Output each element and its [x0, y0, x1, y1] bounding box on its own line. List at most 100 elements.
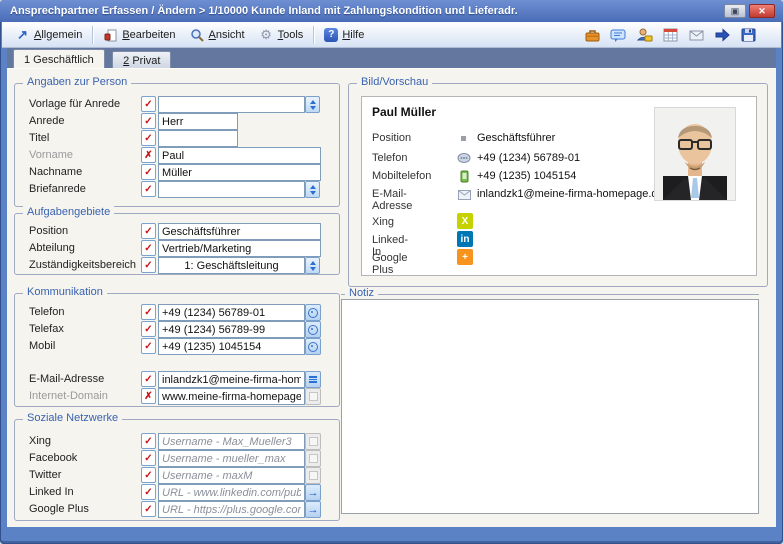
check-button[interactable]	[141, 257, 156, 273]
main-frame: 1 Geschäftlich 2 Privat Angaben zur Pers…	[7, 48, 776, 527]
open-link-button[interactable]	[305, 501, 321, 518]
group-title: Soziale Netzwerke	[23, 412, 122, 424]
user-card-icon[interactable]	[635, 26, 653, 44]
facebook-input[interactable]	[158, 450, 305, 467]
abteilung-input[interactable]	[158, 240, 321, 257]
check-button[interactable]	[141, 96, 156, 112]
email-input[interactable]	[158, 371, 305, 388]
dropdown-spinner[interactable]	[305, 181, 320, 198]
restore-button[interactable]	[724, 4, 746, 18]
window-title: Ansprechpartner Erfassen / Ändern > 1/10…	[0, 5, 518, 17]
field-label: Nachname	[29, 166, 82, 178]
telefax-input[interactable]	[158, 321, 305, 338]
blank-icon	[309, 437, 318, 446]
mobile-phone-icon	[457, 170, 471, 183]
dial-button[interactable]	[305, 321, 321, 338]
xing-input[interactable]	[158, 433, 305, 450]
check-button[interactable]	[141, 433, 156, 449]
check-icon	[144, 453, 152, 464]
menu-item-hilfe[interactable]: Hilfe	[317, 26, 371, 44]
menu-item-ansicht[interactable]: Ansicht	[183, 25, 252, 44]
check-icon	[144, 504, 152, 515]
contact-photo	[654, 107, 736, 201]
check-button[interactable]	[141, 484, 156, 500]
x-button[interactable]	[141, 147, 156, 163]
magnifier-icon	[190, 27, 205, 42]
menu-bar: ↗ Allgemein Bearbeiten Ansicht ⚙ Tools H…	[2, 22, 781, 48]
zustaendigkeitsbereich-input[interactable]	[158, 257, 305, 274]
check-button[interactable]	[141, 304, 156, 320]
check-button[interactable]	[141, 467, 156, 483]
check-button[interactable]	[141, 181, 156, 197]
check-button[interactable]	[141, 240, 156, 256]
tab-privat[interactable]: 2 Privat	[112, 51, 171, 69]
check-button[interactable]	[141, 130, 156, 146]
dial-button[interactable]	[305, 338, 321, 355]
check-button[interactable]	[141, 113, 156, 129]
close-button[interactable]	[749, 4, 775, 18]
dropdown-spinner[interactable]	[305, 257, 320, 274]
googleplus-icon[interactable]: +	[457, 249, 473, 265]
check-button[interactable]	[141, 450, 156, 466]
mail-icon[interactable]	[687, 26, 705, 44]
telefon-input[interactable]	[158, 304, 305, 321]
nachname-input[interactable]	[158, 164, 321, 181]
dial-button[interactable]	[305, 304, 321, 321]
googleplus-input[interactable]	[158, 501, 305, 518]
x-icon	[144, 150, 152, 161]
field-label: Xing	[29, 435, 51, 447]
note-textarea[interactable]	[341, 299, 759, 514]
table-icon[interactable]	[661, 26, 679, 44]
arrow-up-right-icon: ↗	[15, 27, 30, 42]
preview-label: E-Mail-Adresse	[372, 188, 412, 212]
check-icon	[144, 470, 152, 481]
twitter-input[interactable]	[158, 467, 305, 484]
email-menu-button[interactable]	[305, 371, 321, 388]
check-icon	[144, 167, 152, 178]
check-icon	[144, 436, 152, 447]
xing-icon[interactable]: X	[457, 213, 473, 229]
forward-arrow-icon[interactable]	[713, 26, 731, 44]
check-button[interactable]	[141, 164, 156, 180]
up-arrow-icon	[310, 261, 316, 265]
anrede-input[interactable]	[158, 113, 238, 130]
menu-item-tools[interactable]: ⚙ Tools	[252, 25, 311, 44]
save-icon[interactable]	[739, 26, 757, 44]
field-label: Briefanrede	[29, 183, 86, 195]
position-input[interactable]	[158, 223, 321, 240]
group-title: Kommunikation	[23, 286, 107, 298]
menu-item-bearbeiten[interactable]: Bearbeiten	[96, 25, 182, 44]
preview-label: Xing	[372, 216, 394, 228]
check-icon	[144, 116, 152, 127]
dropdown-spinner[interactable]	[305, 96, 320, 113]
up-arrow-icon	[310, 185, 316, 189]
mobil-input[interactable]	[158, 338, 305, 355]
title-bar: Ansprechpartner Erfassen / Ändern > 1/10…	[0, 0, 783, 22]
check-button[interactable]	[141, 338, 156, 354]
linkedin-icon[interactable]: in	[457, 231, 473, 247]
x-button[interactable]	[141, 388, 156, 404]
check-button[interactable]	[141, 501, 156, 517]
vorname-input[interactable]	[158, 147, 321, 164]
group-title: Notiz	[345, 287, 378, 299]
chat-card-icon[interactable]	[609, 26, 627, 44]
menu-item-allgemein[interactable]: ↗ Allgemein	[8, 25, 89, 44]
disabled-button	[305, 433, 321, 450]
vorlage-anrede-input[interactable]	[158, 96, 305, 113]
app-window: Ansprechpartner Erfassen / Ändern > 1/10…	[0, 0, 783, 544]
check-button[interactable]	[141, 371, 156, 387]
internet-domain-input[interactable]	[158, 388, 305, 405]
check-button[interactable]	[141, 321, 156, 337]
field-label: Telefax	[29, 323, 64, 335]
down-arrow-icon	[310, 191, 316, 195]
open-link-button[interactable]	[305, 484, 321, 501]
linkedin-input[interactable]	[158, 484, 305, 501]
briefcase-icon[interactable]	[583, 26, 601, 44]
briefanrede-input[interactable]	[158, 181, 305, 198]
up-arrow-icon	[310, 100, 316, 104]
check-icon	[144, 133, 152, 144]
titel-input[interactable]	[158, 130, 238, 147]
tab-geschaeftlich[interactable]: 1 Geschäftlich	[13, 49, 105, 68]
group-title: Aufgabengebiete	[23, 206, 114, 218]
check-button[interactable]	[141, 223, 156, 239]
